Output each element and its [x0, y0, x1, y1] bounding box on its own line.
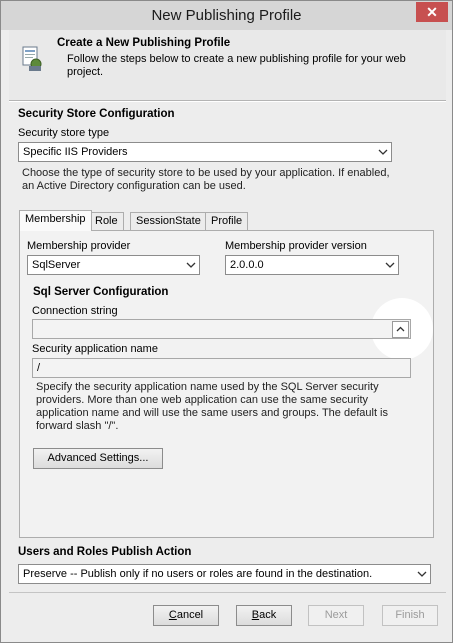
cancel-mnemonic: C: [168, 609, 177, 621]
membership-version-label: Membership provider version: [225, 240, 367, 252]
membership-version-select[interactable]: 2.0.0.0: [225, 255, 399, 275]
chevron-down-icon: [417, 571, 427, 577]
security-store-type-label: Security store type: [18, 127, 110, 139]
tab-membership[interactable]: Membership: [19, 210, 92, 231]
back-label: ack: [259, 609, 277, 621]
chevron-down-icon: [385, 262, 395, 268]
header-panel: Create a New Publishing Profile Follow t…: [9, 30, 446, 100]
connection-string-label: Connection string: [32, 305, 118, 317]
cancel-label: ancel: [176, 609, 204, 621]
tab-sessionstate[interactable]: SessionState: [130, 212, 207, 231]
membership-provider-value: SqlServer: [32, 259, 81, 271]
chevron-down-icon: [378, 149, 388, 155]
security-store-type-select[interactable]: Specific IIS Providers: [18, 142, 392, 162]
header-title: Create a New Publishing Profile: [57, 37, 231, 49]
membership-provider-select[interactable]: SqlServer: [27, 255, 200, 275]
finish-button[interactable]: Finish: [382, 605, 438, 626]
close-button[interactable]: ✕: [416, 2, 448, 22]
next-button[interactable]: Next: [308, 605, 364, 626]
close-icon: ✕: [426, 4, 438, 20]
advanced-settings-button[interactable]: Advanced Settings...: [33, 448, 163, 469]
publish-action-select[interactable]: Preserve -- Publish only if no users or …: [18, 564, 431, 584]
back-mnemonic: B: [251, 609, 260, 621]
header-divider: [9, 100, 446, 102]
tab-role[interactable]: Role: [89, 212, 124, 231]
chevron-up-icon: [396, 326, 405, 332]
security-store-type-value: Specific IIS Providers: [23, 146, 128, 158]
publishing-profile-dialog: New Publishing Profile ✕ Create a New Pu…: [0, 0, 453, 643]
publish-action-section-title: Users and Roles Publish Action: [18, 546, 192, 558]
security-store-help: Choose the type of security store to be …: [22, 167, 390, 192]
cancel-button[interactable]: Cancel: [153, 605, 219, 626]
connection-string-dropdown-button[interactable]: [392, 321, 409, 338]
chevron-down-icon: [186, 262, 196, 268]
window-title: New Publishing Profile: [151, 7, 302, 24]
security-app-name-input[interactable]: /: [32, 358, 411, 378]
tab-profile[interactable]: Profile: [205, 212, 249, 231]
title-bar[interactable]: New Publishing Profile ✕: [1, 1, 452, 30]
back-button[interactable]: Back: [236, 605, 292, 626]
sql-server-config-title: Sql Server Configuration: [33, 286, 169, 298]
security-app-name-value: /: [37, 362, 41, 374]
membership-provider-label: Membership provider: [27, 240, 131, 252]
profile-wizard-icon: [22, 46, 42, 71]
security-app-name-help: Specify the security application name us…: [36, 381, 389, 432]
footer-divider: [9, 592, 446, 593]
membership-version-value: 2.0.0.0: [230, 259, 264, 271]
connection-string-input[interactable]: [32, 319, 411, 339]
header-description: Follow the steps below to create a new p…: [67, 53, 406, 78]
security-app-name-label: Security application name: [32, 343, 158, 355]
security-store-section-title: Security Store Configuration: [18, 108, 175, 120]
publish-action-value: Preserve -- Publish only if no users or …: [23, 568, 373, 580]
